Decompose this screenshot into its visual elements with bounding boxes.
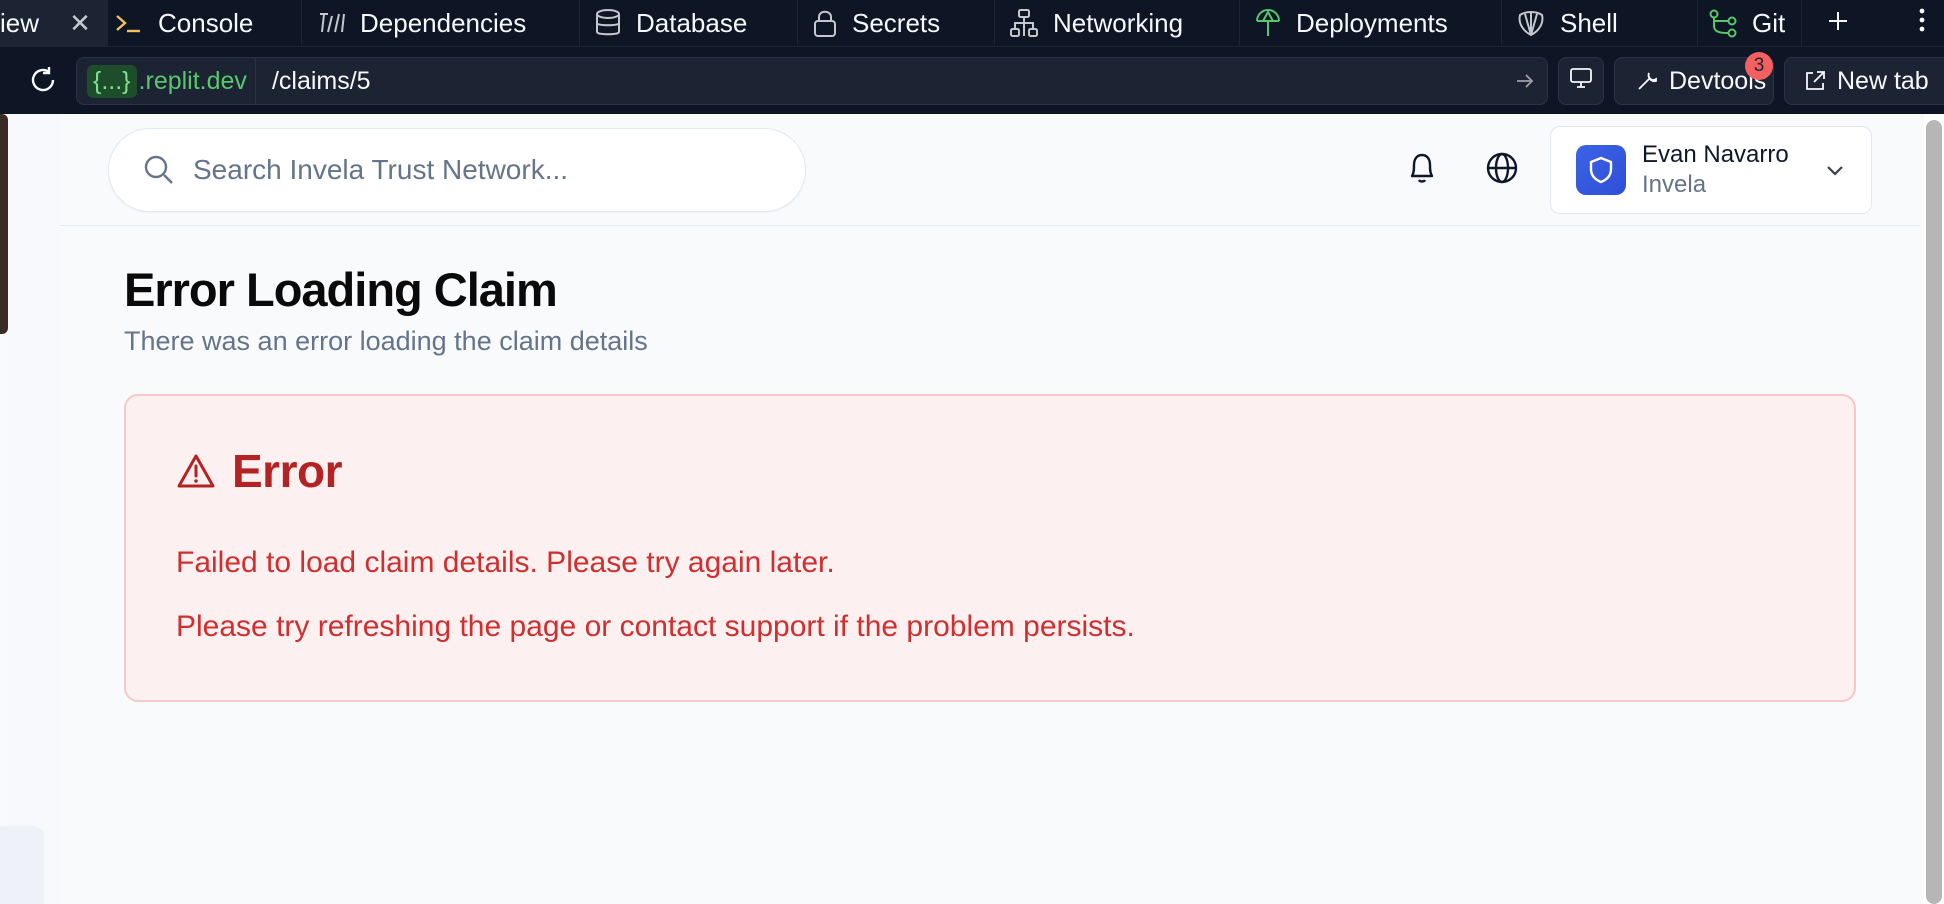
url-domain: {...} .replit.dev [77, 58, 256, 104]
devtools-badge: 3 [1745, 52, 1773, 80]
company-logo [1576, 145, 1626, 195]
search-bar[interactable] [108, 128, 806, 212]
search-input[interactable] [193, 154, 753, 186]
tab-networking-label: Networking [1053, 7, 1184, 38]
notifications-button[interactable] [1402, 150, 1442, 190]
lock-icon [812, 8, 838, 38]
tab-git-label: Git [1752, 7, 1786, 38]
more-options-button[interactable] [1900, 0, 1944, 46]
shell-icon [1516, 9, 1546, 37]
tab-dependencies[interactable]: Dependencies [302, 0, 580, 46]
device-preview-button[interactable] [1558, 57, 1604, 105]
webview-address-bar: {...} .replit.dev /claims/5 Devtools New… [0, 46, 1944, 114]
external-link-icon [1803, 69, 1827, 93]
reload-button[interactable] [26, 65, 60, 99]
go-arrow-icon[interactable] [1503, 73, 1547, 89]
sidebar-footer-stub [0, 826, 44, 904]
user-name: Evan Navarro [1642, 141, 1789, 168]
page-subtitle: There was an error loading the claim det… [124, 326, 648, 356]
tab-database-label: Database [636, 7, 748, 38]
chevron-down-icon [1825, 159, 1845, 181]
tab-database[interactable]: Database [580, 0, 798, 46]
url-field[interactable]: {...} .replit.dev /claims/5 [76, 57, 1548, 105]
url-path: /claims/5 [271, 66, 371, 95]
tab-console-label: Console [158, 7, 254, 38]
workspace-tab-bar: iew ✕ Console Dependencies Database Secr… [0, 0, 1944, 46]
git-icon [1708, 8, 1738, 38]
bell-icon [1406, 151, 1438, 190]
tab-shell-label: Shell [1560, 7, 1618, 38]
error-hint: Please try refreshing the page or contac… [176, 610, 1135, 643]
deployments-icon [1254, 8, 1282, 38]
error-alert: Error Failed to load claim details. Plea… [124, 394, 1856, 702]
tab-webview-label: iew [0, 7, 40, 38]
error-title: Error [232, 445, 342, 497]
domain-text: .replit.dev [138, 66, 247, 95]
globe-icon [1485, 151, 1519, 190]
tab-deployments[interactable]: Deployments [1240, 0, 1502, 46]
tab-secrets[interactable]: Secrets [798, 0, 995, 46]
dependencies-icon [318, 10, 346, 36]
tab-networking[interactable]: Networking [995, 0, 1240, 46]
error-message: Failed to load claim details. Please try… [176, 546, 835, 579]
reload-icon [28, 65, 58, 100]
domain-chip: {...} [87, 64, 137, 98]
tab-git[interactable]: Git [1698, 0, 1802, 46]
open-new-tab-button[interactable]: New tab [1784, 57, 1944, 105]
console-icon [114, 11, 144, 35]
page-title: Error Loading Claim [124, 263, 558, 316]
alert-triangle-icon [176, 452, 216, 490]
monitor-icon [1569, 67, 1593, 96]
user-menu[interactable]: Evan Navarro Invela [1550, 126, 1872, 214]
tab-secrets-label: Secrets [852, 7, 941, 38]
tab-webview-close-icon[interactable]: ✕ [60, 0, 100, 46]
wrench-icon [1635, 69, 1659, 93]
tab-console[interactable]: Console [108, 0, 302, 46]
scrollbar-thumb[interactable] [1926, 120, 1942, 904]
search-icon [143, 154, 175, 186]
network-icon [1009, 8, 1039, 38]
tab-deployments-label: Deployments [1296, 7, 1448, 38]
tab-dependencies-label: Dependencies [360, 7, 527, 38]
sidebar-collapsed [8, 114, 60, 904]
user-organization: Invela [1642, 171, 1707, 198]
window-edge [0, 114, 8, 334]
new-tab-label: New tab [1837, 66, 1929, 95]
database-icon [594, 8, 622, 38]
plus-icon [1827, 8, 1849, 39]
tab-shell[interactable]: Shell [1502, 0, 1698, 46]
shield-icon [1589, 156, 1613, 184]
new-pane-button[interactable] [1802, 0, 1874, 46]
more-vertical-icon [1918, 7, 1926, 40]
language-button[interactable] [1482, 150, 1522, 190]
